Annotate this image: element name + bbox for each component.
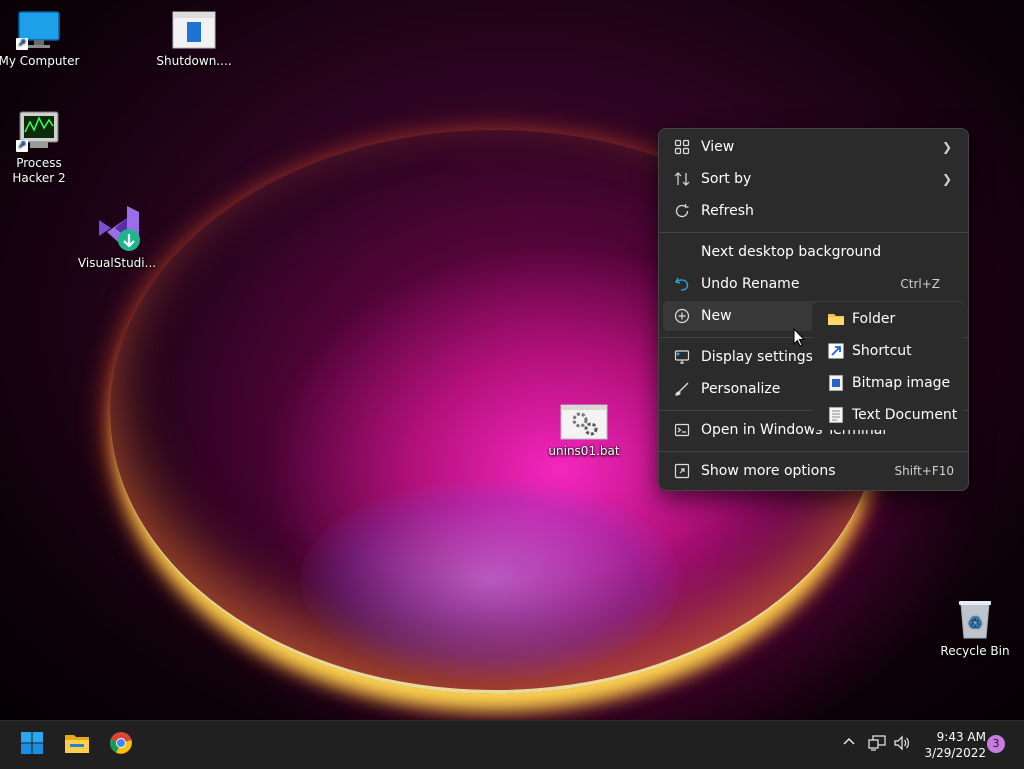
- taskbar: 9:43 AM 3/29/2022: [0, 720, 1024, 769]
- menu-item-label: Show more options: [701, 463, 836, 479]
- desktop-icon-label: My Computer: [0, 54, 80, 68]
- desktop-icon-recycle-bin[interactable]: ♻ Recycle Bin: [932, 598, 1018, 659]
- folder-icon: [820, 312, 852, 326]
- grid-icon: [663, 139, 701, 155]
- desktop-icon-label: unins01.bat: [548, 444, 620, 458]
- process-hacker-icon: ↗: [16, 108, 62, 152]
- desktop-icon-unins01-bat[interactable]: unins01.bat: [541, 404, 627, 459]
- expand-icon: [663, 463, 701, 479]
- menu-item-undo-rename[interactable]: Undo Rename Ctrl+Z: [663, 269, 964, 299]
- start-button[interactable]: [16, 729, 48, 761]
- svg-text:♻: ♻: [968, 613, 982, 632]
- mouse-cursor-icon: [793, 327, 806, 352]
- refresh-icon: [663, 203, 701, 219]
- file-explorer-icon: [64, 732, 90, 758]
- text-document-icon: [820, 407, 852, 423]
- shortcut-arrow-icon: ↗: [16, 140, 28, 152]
- taskbar-chrome[interactable]: [105, 729, 137, 761]
- desktop-icon-my-computer[interactable]: ↗ My Computer: [0, 10, 82, 69]
- menu-item-label: Next desktop background: [701, 244, 882, 260]
- volume-icon: [893, 735, 911, 755]
- shortcut-arrow-icon: ↗: [16, 38, 28, 50]
- submenu-item-label: Folder: [852, 311, 896, 327]
- network-button[interactable]: [868, 735, 886, 755]
- network-icon: [868, 735, 886, 755]
- submenu-item-bitmap[interactable]: Bitmap image: [820, 368, 958, 398]
- terminal-icon: [663, 422, 701, 438]
- menu-item-label: Refresh: [701, 203, 754, 219]
- notification-badge[interactable]: 3: [987, 735, 1005, 753]
- clock-date: 3/29/2022: [924, 746, 986, 760]
- menu-item-view[interactable]: View ❯: [663, 132, 964, 162]
- menu-item-next-background[interactable]: Next desktop background: [663, 237, 964, 267]
- clock[interactable]: 9:43 AM 3/29/2022: [920, 729, 986, 761]
- chevron-right-icon: ❯: [941, 140, 952, 154]
- desktop-icon-process-hacker[interactable]: ↗ Process Hacker 2: [0, 108, 82, 186]
- desktop-icon-visual-studio[interactable]: VisualStudi...: [74, 204, 160, 271]
- menu-separator: [659, 232, 968, 233]
- desktop-icon-label: VisualStudi...: [77, 256, 157, 270]
- desktop-icon-label: Shutdown....: [156, 54, 232, 68]
- wallpaper-highlight: [300, 480, 680, 680]
- menu-item-sort-by[interactable]: Sort by ❯: [663, 164, 964, 194]
- volume-button[interactable]: [893, 735, 911, 755]
- batch-file-gear-icon: [560, 404, 608, 440]
- submenu-item-folder[interactable]: Folder: [820, 304, 958, 334]
- show-hidden-icons-button[interactable]: [842, 735, 856, 753]
- menu-item-shortcut: Shift+F10: [894, 464, 954, 478]
- undo-icon: [663, 276, 701, 292]
- desktop-icon-shutdown[interactable]: Shutdown....: [151, 10, 237, 69]
- visual-studio-installer-icon: [93, 204, 141, 252]
- recycle-bin-icon: ♻: [955, 598, 995, 640]
- menu-separator: [659, 451, 968, 452]
- desktop-icon-label: Process Hacker 2: [12, 156, 66, 185]
- monitor-icon: ↗: [16, 10, 62, 50]
- new-submenu: Folder Shortcut Bitmap image Text Docume…: [812, 302, 964, 430]
- taskbar-file-explorer[interactable]: [61, 729, 93, 761]
- submenu-item-label: Bitmap image: [852, 375, 951, 391]
- chevron-right-icon: ❯: [941, 172, 952, 186]
- menu-item-show-more-options[interactable]: Show more options Shift+F10: [663, 456, 964, 486]
- clock-time: 9:43 AM: [936, 730, 986, 744]
- menu-item-refresh[interactable]: Refresh: [663, 196, 964, 226]
- brush-icon: [663, 381, 701, 397]
- desktop-icon-label: Recycle Bin: [940, 644, 1010, 658]
- submenu-item-label: Text Document: [852, 407, 958, 423]
- submenu-item-label: Shortcut: [852, 343, 912, 359]
- menu-item-label: Sort by: [701, 171, 752, 187]
- menu-item-label: Undo Rename: [701, 276, 800, 292]
- shortcut-icon: [820, 343, 852, 359]
- menu-item-label: View: [701, 139, 735, 155]
- submenu-item-text-document[interactable]: Text Document: [820, 400, 958, 430]
- sort-icon: [663, 171, 701, 187]
- plus-circle-icon: [663, 308, 701, 324]
- submenu-item-shortcut[interactable]: Shortcut: [820, 336, 958, 366]
- start-icon: [20, 731, 44, 759]
- chevron-up-icon: [842, 737, 856, 753]
- display-icon: [663, 349, 701, 365]
- batch-file-icon: [171, 10, 217, 50]
- bitmap-icon: [820, 375, 852, 391]
- chrome-icon: [109, 731, 133, 759]
- menu-item-shortcut: Ctrl+Z: [900, 277, 940, 291]
